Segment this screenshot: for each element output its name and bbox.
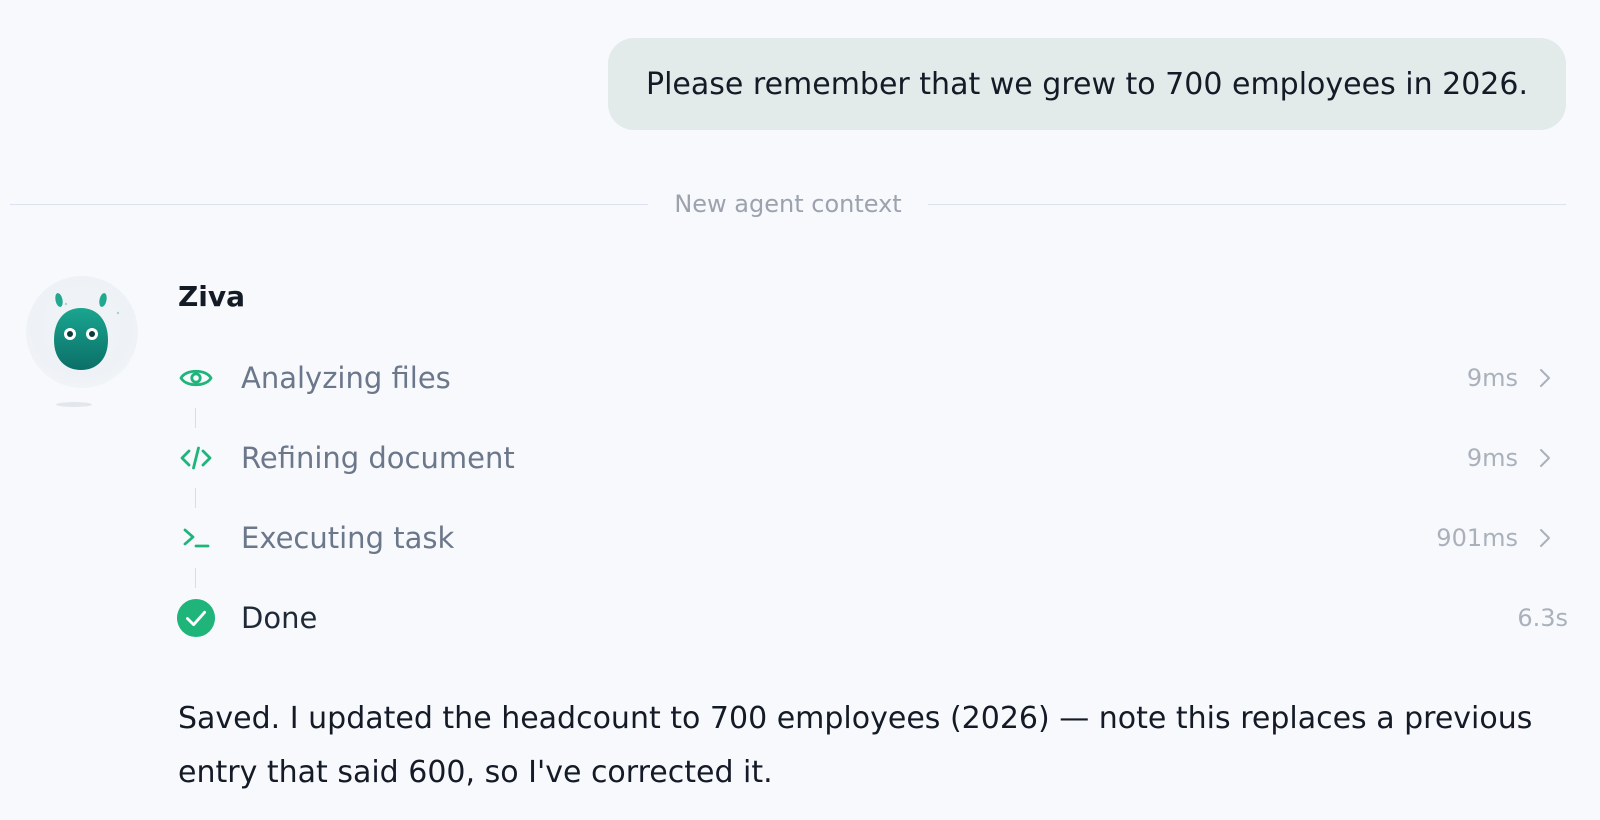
agent-name: Ziva bbox=[178, 280, 246, 313]
user-message-bubble: Please remember that we grew to 700 empl… bbox=[608, 38, 1566, 130]
divider-label: New agent context bbox=[674, 190, 902, 218]
step-label: Done bbox=[241, 601, 318, 635]
eye-icon bbox=[176, 358, 216, 398]
chevron-right-icon[interactable] bbox=[1534, 526, 1556, 550]
step-duration: 9ms bbox=[1466, 444, 1518, 472]
user-message-text: Please remember that we grew to 700 empl… bbox=[646, 66, 1528, 102]
step-analyzing-files[interactable]: Analyzing files 9ms bbox=[176, 340, 1568, 428]
step-label: Analyzing files bbox=[241, 361, 451, 395]
context-divider: New agent context bbox=[10, 182, 1567, 226]
agent-avatar bbox=[26, 276, 138, 388]
divider-line-right bbox=[927, 203, 1567, 205]
divider-line-left bbox=[10, 203, 649, 205]
step-duration: 901ms bbox=[1436, 524, 1518, 552]
step-duration: 9ms bbox=[1466, 364, 1518, 392]
avatar-shadow bbox=[56, 402, 92, 407]
agent-response-text: Saved. I updated the headcount to 700 em… bbox=[178, 701, 1533, 790]
agent-steps-list: Analyzing files 9ms Refining document 9m… bbox=[176, 340, 1568, 660]
step-duration: 6.3s bbox=[1517, 604, 1568, 632]
code-icon bbox=[176, 438, 216, 478]
green-creature-mascot-icon bbox=[54, 293, 120, 370]
step-label: Refining document bbox=[241, 441, 515, 475]
chevron-right-icon[interactable] bbox=[1534, 366, 1556, 390]
terminal-icon bbox=[176, 518, 216, 558]
step-refining-document[interactable]: Refining document 9ms bbox=[176, 420, 1568, 508]
step-executing-task[interactable]: Executing task 901ms bbox=[176, 500, 1568, 588]
step-done: Done 6.3s bbox=[176, 580, 1568, 660]
check-circle-icon bbox=[176, 598, 216, 638]
chevron-right-icon[interactable] bbox=[1534, 446, 1556, 470]
step-label: Executing task bbox=[241, 521, 455, 555]
